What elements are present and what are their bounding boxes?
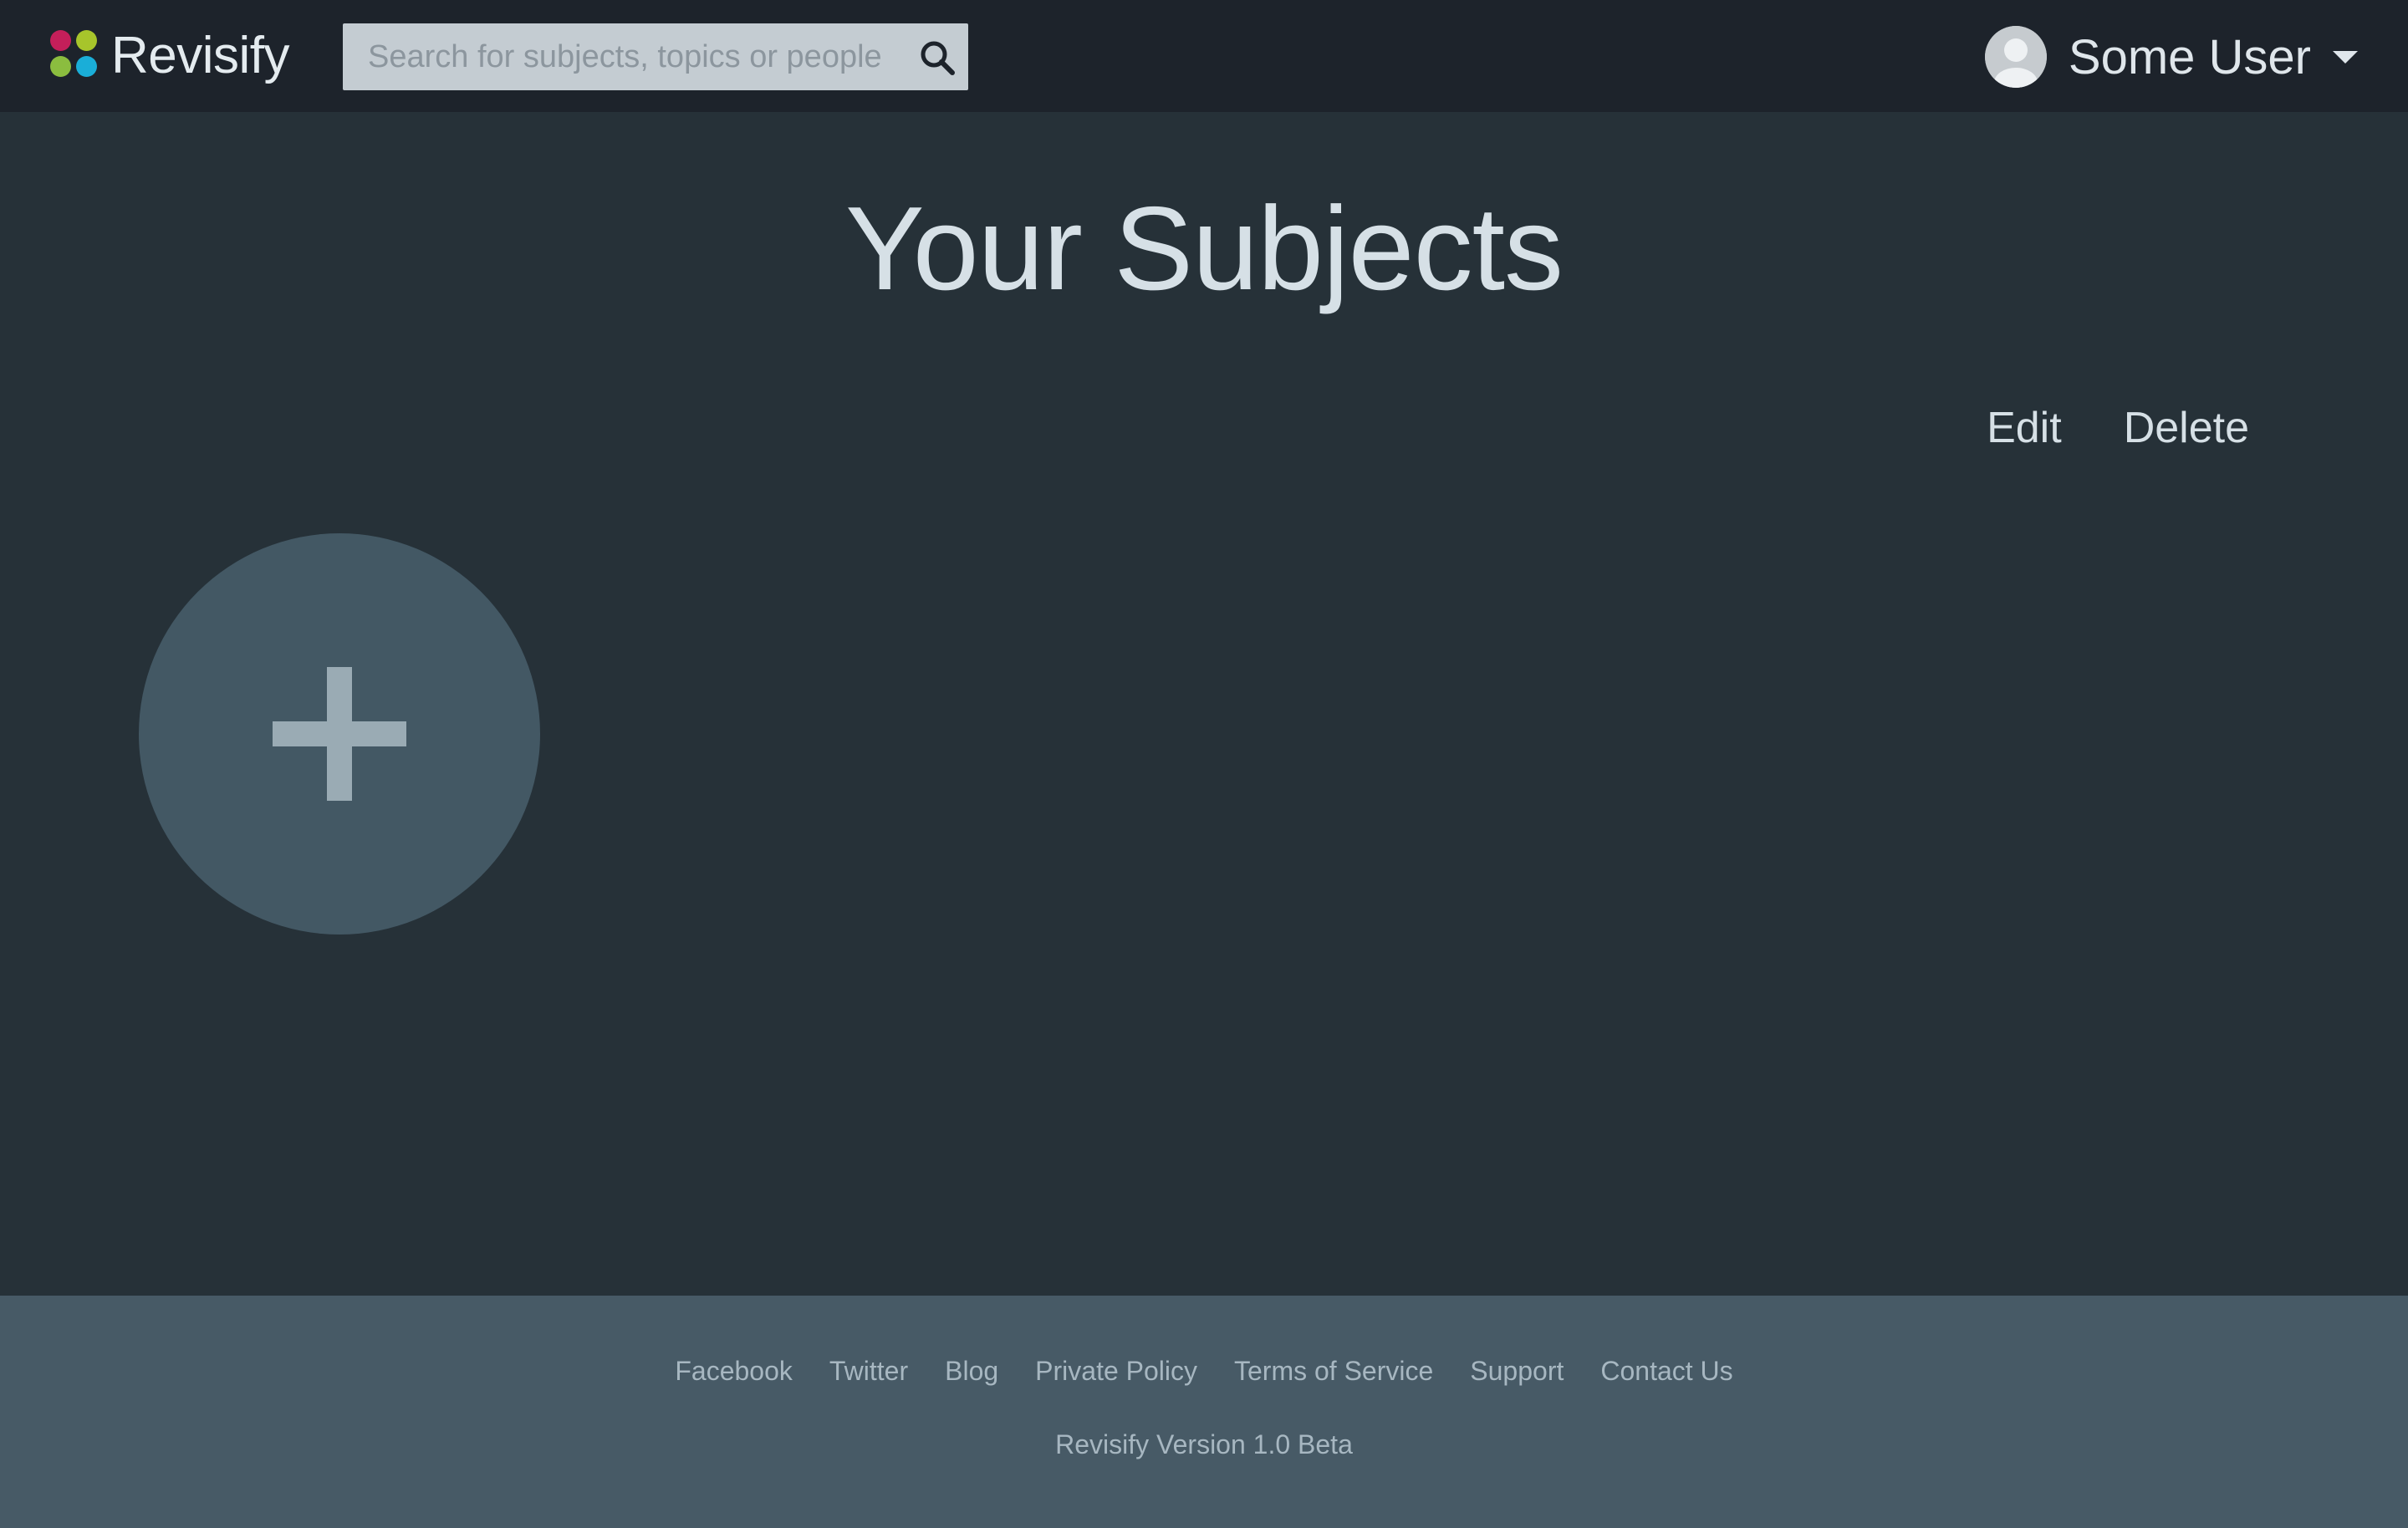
top-navigation-bar: Revisify Some User	[0, 0, 2408, 112]
search-icon[interactable]	[918, 38, 957, 77]
page-title: Your Subjects	[845, 182, 1564, 315]
logo-dot-green	[50, 56, 71, 77]
delete-button[interactable]: Delete	[2124, 403, 2249, 453]
search-box	[343, 23, 968, 90]
logo-dot-blue	[76, 56, 97, 77]
four-dot-logo-icon[interactable]	[48, 27, 99, 77]
caret-down-icon	[2333, 50, 2358, 64]
footer-link-support[interactable]: Support	[1470, 1356, 1564, 1387]
logo-dot-magenta	[50, 30, 71, 51]
footer-link-twitter[interactable]: Twitter	[829, 1356, 908, 1387]
user-avatar-icon	[1984, 26, 2047, 88]
edit-button[interactable]: Edit	[1987, 403, 2062, 453]
search-input[interactable]	[343, 23, 911, 90]
footer-links: Facebook Twitter Blog Private Policy Ter…	[0, 1356, 2408, 1387]
logo-dot-lime	[76, 30, 97, 51]
footer	[0, 1296, 2408, 1528]
subject-actions: Edit Delete	[1987, 403, 2249, 453]
add-subject-button[interactable]	[139, 533, 540, 935]
footer-link-terms-of-service[interactable]: Terms of Service	[1234, 1356, 1433, 1387]
user-name: Some User	[2068, 29, 2311, 84]
user-menu[interactable]: Some User	[1984, 23, 2358, 90]
version-text: Revisify Version 1.0 Beta	[1055, 1429, 1353, 1459]
footer-link-privacy-policy[interactable]: Private Policy	[1035, 1356, 1197, 1387]
footer-link-facebook[interactable]: Facebook	[675, 1356, 793, 1387]
brand-name[interactable]: Revisify	[111, 23, 290, 89]
footer-link-contact-us[interactable]: Contact Us	[1600, 1356, 1732, 1387]
footer-link-blog[interactable]: Blog	[945, 1356, 998, 1387]
plus-icon-horizontal	[273, 721, 406, 746]
